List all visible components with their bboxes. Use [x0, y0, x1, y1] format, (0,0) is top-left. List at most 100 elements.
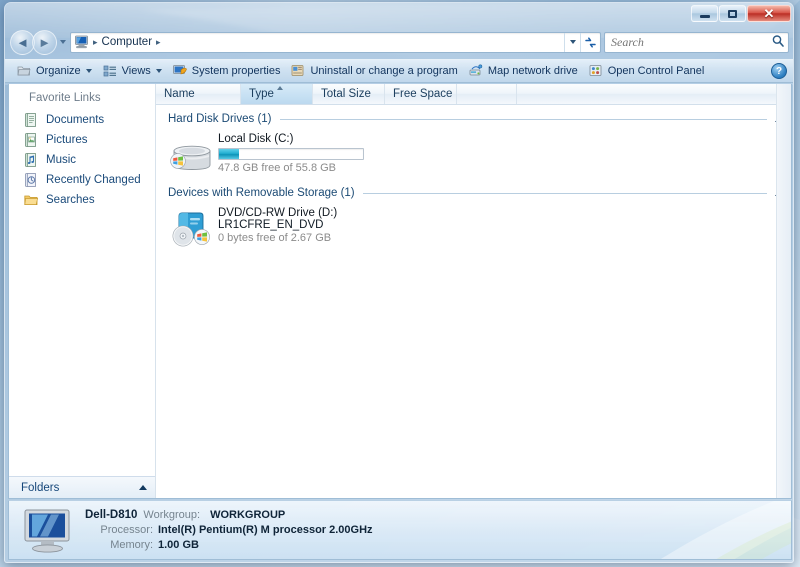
sidebar-item-pictures[interactable]: Pictures — [9, 130, 155, 150]
drive-list: Hard Disk Drives (1) Local Disk (C:) 47.… — [156, 105, 791, 498]
sidebar-item-music[interactable]: Music — [9, 150, 155, 170]
chevron-down-icon — [85, 69, 92, 73]
drive-item-local-disk-c[interactable]: Local Disk (C:) 47.8 GB free of 55.8 GB — [156, 127, 791, 179]
favorite-links-heading: Favorite Links — [29, 92, 101, 104]
column-header-free-space[interactable]: Free Space — [385, 84, 457, 104]
computer-name: Dell-D810 — [85, 508, 138, 521]
computer-icon — [74, 35, 90, 49]
column-header-type[interactable]: Type — [241, 84, 313, 104]
views-icon — [102, 63, 118, 79]
disk-usage-bar — [218, 148, 364, 160]
address-dropdown-button[interactable] — [564, 32, 580, 52]
forward-arrow-icon: ► — [38, 34, 51, 50]
uninstall-program-icon — [290, 63, 306, 79]
chevron-up-icon — [139, 485, 147, 490]
group-header-removable-storage: Devices with Removable Storage (1) — [156, 179, 791, 201]
sort-ascending-icon — [276, 86, 283, 90]
desktop-background: ✕ ◄ ► ▸ Computer ▸ Search Organize Views… — [0, 0, 800, 567]
chevron-down-icon — [59, 40, 66, 44]
toolbar-label: Map network drive — [487, 65, 578, 77]
address-bar[interactable]: ▸ Computer ▸ — [70, 31, 601, 53]
group-divider-line — [279, 118, 767, 120]
group-divider-line — [362, 192, 767, 194]
command-toolbar: Organize Views System properties Uninsta… — [5, 59, 793, 83]
toolbar-item-map-network-drive[interactable]: Map network drive — [463, 61, 583, 81]
maximize-button[interactable] — [719, 5, 746, 22]
breadcrumb-item-computer[interactable]: Computer — [99, 36, 156, 48]
close-button[interactable]: ✕ — [747, 5, 791, 22]
recent-pages-button[interactable] — [57, 30, 68, 55]
map-network-drive-icon — [468, 63, 484, 79]
navigation-pane: Favorite Links Documents Pictures Music … — [9, 84, 156, 498]
toolbar-label: Uninstall or change a program — [310, 65, 458, 77]
music-icon — [23, 152, 39, 168]
back-arrow-icon: ◄ — [16, 34, 29, 50]
toolbar-item-organize[interactable]: Organize — [11, 61, 97, 81]
sidebar-item-documents[interactable]: Documents — [9, 110, 155, 130]
computer-monitor-icon — [19, 505, 79, 555]
drive-details: Local Disk (C:) 47.8 GB free of 55.8 GB — [214, 131, 364, 174]
breadcrumb: ▸ Computer ▸ — [71, 35, 564, 49]
navigation-buttons: ◄ ► — [10, 29, 68, 55]
pictures-icon — [23, 132, 39, 148]
search-input[interactable] — [605, 34, 768, 50]
sidebar-item-label: Searches — [46, 194, 95, 206]
status-row-processor: Processor: Intel(R) Pentium(R) M process… — [85, 523, 373, 538]
title-bar[interactable]: ✕ — [5, 3, 793, 27]
maximize-icon — [728, 9, 737, 18]
help-button[interactable]: ? — [771, 63, 787, 79]
status-value: 1.00 GB — [158, 538, 199, 551]
status-row-memory: Memory: 1.00 GB — [85, 538, 373, 553]
group-title: Devices with Removable Storage (1) — [168, 187, 355, 199]
drive-item-dvd-cd-rw-d[interactable]: DVD/CD-RW Drive (D:) LR1CFRE_EN_DVD 0 by… — [156, 201, 791, 253]
disk-usage-bar-fill — [219, 149, 240, 159]
explorer-window: ✕ ◄ ► ▸ Computer ▸ Search Organize Views… — [4, 2, 794, 563]
sidebar-item-label: Recently Changed — [46, 174, 141, 186]
toolbar-item-system-properties[interactable]: System properties — [167, 61, 286, 81]
column-headers: Name Type Total Size Free Space — [156, 84, 791, 105]
search-box[interactable] — [604, 31, 789, 53]
column-header-name[interactable]: Name — [156, 84, 241, 104]
hard-disk-icon — [168, 135, 214, 175]
system-properties-icon — [172, 63, 188, 79]
search-icon[interactable] — [768, 34, 788, 51]
breadcrumb-separator-trailing[interactable]: ▸ — [155, 37, 162, 48]
toolbar-label: Open Control Panel — [607, 65, 705, 77]
folders-pane-toggle[interactable]: Folders — [9, 476, 155, 498]
status-value: Intel(R) Pentium(R) M processor 2.00GHz — [158, 523, 373, 536]
chevron-down-icon — [569, 40, 576, 44]
sidebar-item-label: Music — [46, 154, 77, 166]
status-row-workgroup: Dell-D810 Workgroup: WORKGROUP — [85, 508, 373, 523]
system-info: Dell-D810 Workgroup: WORKGROUP Processor… — [85, 508, 373, 553]
toolbar-item-open-control-panel[interactable]: Open Control Panel — [583, 61, 710, 81]
column-header-spacer[interactable] — [457, 84, 517, 104]
toolbar-item-uninstall-program[interactable]: Uninstall or change a program — [285, 61, 462, 81]
organize-icon — [16, 63, 32, 79]
drive-details: DVD/CD-RW Drive (D:) LR1CFRE_EN_DVD 0 by… — [214, 205, 337, 244]
folders-pane-label: Folders — [21, 481, 60, 494]
dvd-drive-icon — [168, 209, 214, 249]
sidebar-item-searches[interactable]: Searches — [9, 190, 155, 210]
group-header-hard-disk-drives: Hard Disk Drives (1) — [156, 105, 791, 127]
vertical-scrollbar[interactable] — [776, 84, 791, 498]
details-pane: Dell-D810 Workgroup: WORKGROUP Processor… — [8, 500, 792, 560]
refresh-button[interactable] — [580, 32, 600, 52]
sidebar-item-recently-changed[interactable]: Recently Changed — [9, 170, 155, 190]
address-bar-row: ◄ ► ▸ Computer ▸ Search — [5, 29, 793, 55]
minimize-button[interactable] — [691, 5, 718, 22]
window-body: Favorite Links Documents Pictures Music … — [8, 84, 792, 499]
searches-folder-icon — [23, 192, 39, 208]
forward-button[interactable]: ► — [32, 29, 57, 55]
status-key: Processor: — [100, 523, 153, 536]
file-list-pane: Name Type Total Size Free Space Hard Dis… — [156, 84, 791, 498]
recently-changed-icon — [23, 172, 39, 188]
sidebar-item-label: Pictures — [46, 134, 88, 146]
chevron-down-icon — [155, 69, 162, 73]
status-key: Workgroup: — [143, 508, 201, 521]
drive-volume-label: LR1CFRE_EN_DVD — [218, 219, 324, 231]
details-pane-swoosh — [660, 501, 791, 559]
sidebar-item-label: Documents — [46, 114, 105, 126]
toolbar-label: System properties — [191, 65, 281, 77]
column-header-total-size[interactable]: Total Size — [313, 84, 385, 104]
toolbar-item-views[interactable]: Views — [97, 61, 167, 81]
